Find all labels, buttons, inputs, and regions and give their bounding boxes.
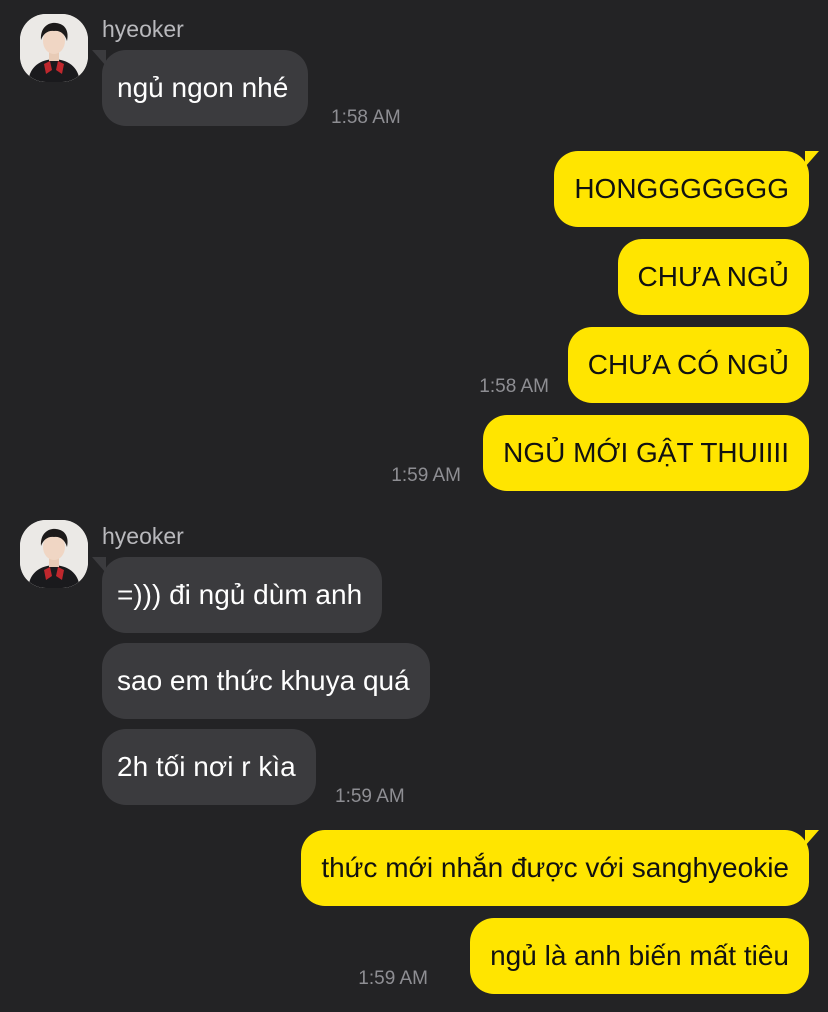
sender-name: hyeoker xyxy=(102,16,184,42)
message-timestamp: 1:59 AM xyxy=(391,465,461,486)
message-bubble-incoming[interactable]: sao em thức khuya quá xyxy=(102,643,430,719)
message-bubble-incoming[interactable]: ngủ ngon nhé xyxy=(91,50,309,126)
profile-photo-icon xyxy=(20,520,88,588)
profile-photo-icon xyxy=(20,14,88,82)
sender-name: hyeoker xyxy=(102,523,184,549)
avatar[interactable] xyxy=(20,14,88,82)
avatar[interactable] xyxy=(20,520,88,588)
message-bubble-incoming[interactable]: =))) đi ngủ dùm anh xyxy=(91,557,383,633)
message-timestamp: 1:59 AM xyxy=(335,786,405,807)
message-bubble-incoming[interactable]: 2h tối nơi r kìa xyxy=(102,729,316,805)
message-bubble-outgoing[interactable]: CHƯA NGỦ xyxy=(617,239,809,315)
message-bubble-outgoing[interactable]: thức mới nhắn được với sanghyeokie xyxy=(301,830,819,906)
message-bubble-outgoing[interactable]: NGỦ MỚI GẬT THUIIII xyxy=(483,415,809,491)
message-timestamp: 1:58 AM xyxy=(479,376,549,397)
message-timestamp: 1:59 AM xyxy=(358,968,428,989)
message-timestamp: 1:58 AM xyxy=(331,107,401,128)
message-bubble-outgoing[interactable]: ngủ là anh biến mất tiêu xyxy=(470,918,809,994)
message-bubble-outgoing[interactable]: HONGGGGGGG xyxy=(554,151,819,227)
message-bubble-outgoing[interactable]: CHƯA CÓ NGỦ xyxy=(567,327,809,403)
